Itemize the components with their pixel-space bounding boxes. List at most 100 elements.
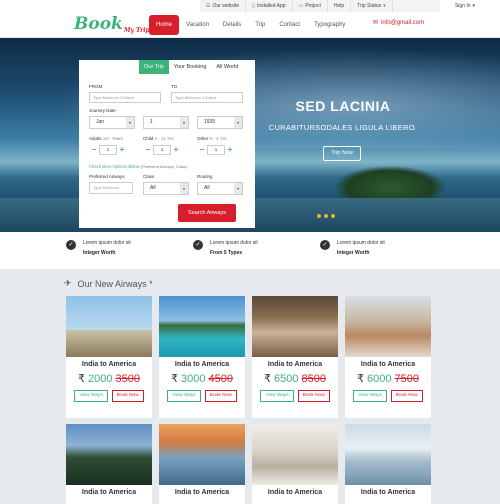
- nav-trip[interactable]: Trip: [248, 15, 272, 35]
- day-select[interactable]: 1 ▾: [143, 116, 189, 129]
- preferred-airways-label: Preferred Airways: [89, 174, 125, 179]
- child-value[interactable]: 1: [153, 145, 171, 155]
- plus-icon[interactable]: +: [171, 145, 181, 155]
- card-price: ₹6000 7500: [357, 373, 419, 385]
- class-select[interactable]: All ▾: [143, 182, 189, 195]
- sign-in-dropdown[interactable]: Sign In ▾: [440, 0, 490, 12]
- routing-select[interactable]: All ▾: [197, 182, 243, 195]
- nav-vacation[interactable]: Vacation: [179, 15, 216, 35]
- feature-item: ✓ Lorem ipsum dolor sit Integer Worth: [320, 240, 385, 256]
- other-label: Other 0 - 4 Yrs: [197, 136, 227, 141]
- top-link-app[interactable]: ▯ Installed App: [246, 0, 293, 12]
- search-form: Our Trip Your Booking All World FROM TO …: [79, 60, 255, 228]
- card-image[interactable]: [252, 296, 338, 357]
- tab-our-trip[interactable]: Our Trip: [139, 60, 169, 74]
- book-now-button[interactable]: Book Now: [297, 390, 330, 402]
- year-select[interactable]: 1935 ▾: [197, 116, 243, 129]
- journey-date-label: Journey Date: [89, 108, 116, 113]
- card-image[interactable]: [252, 424, 338, 485]
- chevron-down-icon: ▾: [234, 117, 242, 128]
- hero-island: [335, 166, 445, 202]
- tab-all-world[interactable]: All World: [211, 60, 243, 74]
- airway-card: India to America: [159, 424, 245, 504]
- caret-down-icon: ▾: [383, 3, 386, 9]
- to-input[interactable]: Type Minimum 3 letters: [171, 92, 243, 103]
- preferred-hint: (Preferred Airways, Class): [141, 164, 188, 169]
- carousel-dot[interactable]: [331, 214, 335, 218]
- adults-value[interactable]: 1: [99, 145, 117, 155]
- book-now-button[interactable]: Book Now: [111, 390, 144, 402]
- to-label: TO: [171, 84, 178, 89]
- class-label: Class: [143, 174, 155, 179]
- view-ways-button[interactable]: View Ways: [167, 390, 201, 402]
- card-image[interactable]: [159, 424, 245, 485]
- view-ways-button[interactable]: View Ways: [260, 390, 294, 402]
- other-stepper: − 1 +: [197, 144, 235, 156]
- top-links: ☰ Our website ▯ Installed App ▭ Project Hel…: [200, 0, 440, 12]
- other-value[interactable]: 1: [207, 145, 225, 155]
- caret-down-icon: ▾: [472, 3, 476, 9]
- card-route: India to America: [174, 361, 230, 368]
- month-select[interactable]: Jan ▾: [89, 116, 135, 129]
- tab-your-booking[interactable]: Your Booking: [169, 60, 212, 74]
- chevron-down-icon: ▾: [180, 183, 188, 194]
- preferred-airways-input[interactable]: Type Minimum: [89, 182, 133, 194]
- routing-label: Routing: [197, 174, 213, 179]
- feature-item: ✓ Lorem ipsum dolor sit From 5 Types: [193, 240, 258, 256]
- book-now-button[interactable]: Book Now: [390, 390, 423, 402]
- plus-icon[interactable]: +: [117, 145, 127, 155]
- chevron-down-icon: ▾: [180, 117, 188, 128]
- email-link[interactable]: ✉ info@gmail.com: [373, 19, 424, 27]
- view-ways-button[interactable]: View Ways: [353, 390, 387, 402]
- airway-card: India to America: [66, 424, 152, 504]
- top-link-website[interactable]: ☰ Our website: [200, 0, 247, 12]
- child-stepper: − 1 +: [143, 144, 181, 156]
- check-circle-icon: ✓: [320, 240, 330, 250]
- nav-details[interactable]: Details: [216, 15, 248, 35]
- minus-icon[interactable]: −: [143, 145, 153, 155]
- nav-home[interactable]: Home: [149, 15, 180, 35]
- envelope-icon: ✉: [373, 20, 379, 26]
- nav-contact[interactable]: Contact: [272, 15, 307, 35]
- trip-now-button[interactable]: Trip Now: [323, 146, 361, 161]
- chevron-down-icon: ▾: [126, 117, 134, 128]
- minus-icon[interactable]: −: [89, 145, 99, 155]
- logo[interactable]: BookMy Trip: [74, 12, 150, 40]
- card-image[interactable]: [159, 296, 245, 357]
- card-route: India to America: [360, 361, 416, 368]
- card-image[interactable]: [345, 424, 431, 485]
- view-ways-button[interactable]: View Ways: [74, 390, 108, 402]
- hero-title: SED LACINIA: [295, 98, 391, 114]
- search-airways-button[interactable]: Search Airways: [178, 204, 236, 222]
- card-price: ₹2000 3500: [78, 373, 140, 385]
- card-route: India to America: [174, 489, 230, 496]
- airway-card: India to America ₹6500 8500 View Ways Book…: [252, 296, 338, 418]
- top-link-trip-status[interactable]: Trip Status ▾: [351, 0, 393, 12]
- card-image[interactable]: [66, 424, 152, 485]
- card-route: India to America: [267, 361, 323, 368]
- hero-subtitle: CURABITURSODALES LIGULA LIBERO.: [268, 123, 418, 132]
- from-input[interactable]: Type Minimum 3 letters: [89, 92, 161, 103]
- plus-icon[interactable]: +: [225, 145, 235, 155]
- folder-icon: ▭: [298, 3, 304, 9]
- minus-icon[interactable]: −: [197, 145, 207, 155]
- nav-typography[interactable]: Typography: [307, 15, 352, 35]
- card-route: India to America: [81, 361, 137, 368]
- carousel-dot[interactable]: [324, 214, 328, 218]
- top-bar: ☰ Our website ▯ Installed App ▭ Project Hel…: [0, 0, 500, 12]
- airplane-icon: ✈: [64, 278, 72, 288]
- top-link-help[interactable]: Help: [328, 0, 352, 12]
- list-icon: ☰: [206, 3, 211, 9]
- feature-item: ✓ Lorem ipsum dolor sit Integer Worth: [66, 240, 131, 256]
- more-options-link[interactable]: Check More Options Below: [89, 164, 140, 169]
- top-link-project[interactable]: ▭ Project: [293, 0, 328, 12]
- book-now-button[interactable]: Book Now: [204, 390, 237, 402]
- main-nav: Home Vacation Details Trip Contact Typog…: [149, 15, 352, 35]
- card-image[interactable]: [66, 296, 152, 357]
- carousel-dots: [317, 214, 335, 218]
- airway-card: India to America ₹3000 4500 View Ways Book…: [159, 296, 245, 418]
- card-route: India to America: [267, 489, 323, 496]
- card-image[interactable]: [345, 296, 431, 357]
- airway-card: India to America ₹6000 7500 View Ways Book…: [345, 296, 431, 418]
- carousel-dot[interactable]: [317, 214, 321, 218]
